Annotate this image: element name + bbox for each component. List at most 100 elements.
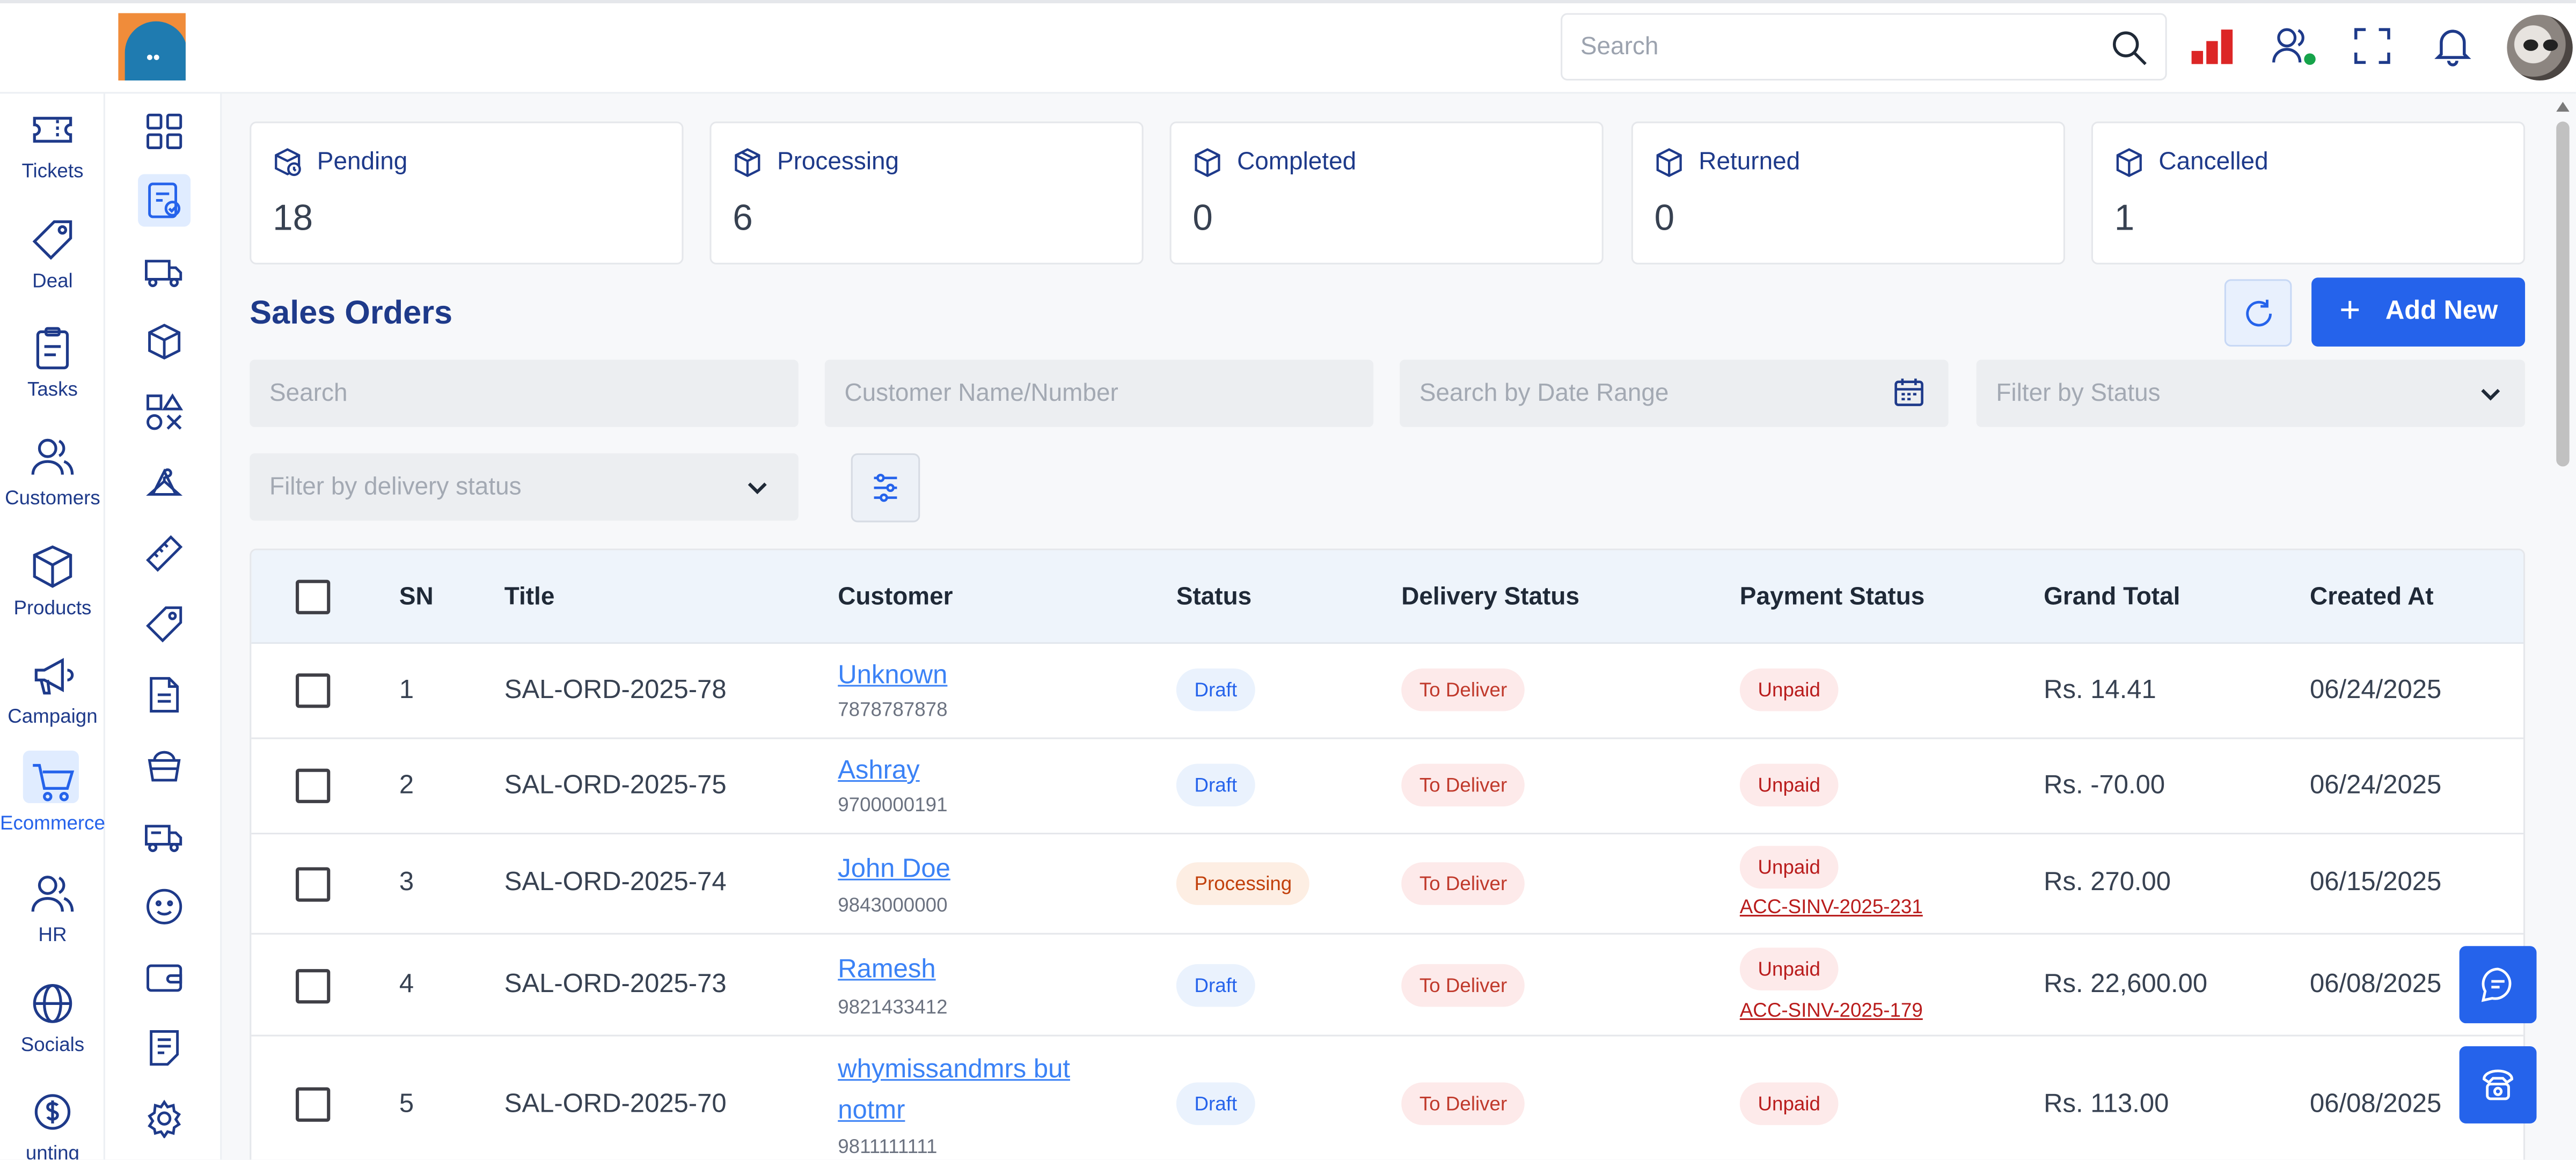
sidebar-item-tickets[interactable]: Tickets [0, 99, 105, 197]
status-filter[interactable]: Filter by Status [1976, 359, 2526, 427]
search-input[interactable] [269, 359, 764, 427]
sidebar-item-campaign[interactable]: Campaign [0, 644, 105, 743]
customer-link[interactable]: Ashray [838, 757, 919, 787]
customer-phone: 7878787878 [838, 698, 948, 721]
top-divider [0, 0, 2576, 4]
megaphone-icon [34, 658, 74, 695]
app-logo[interactable]: •• [118, 13, 186, 80]
stat-card-completed[interactable]: Completed 0 [1169, 121, 1604, 265]
order-check-icon[interactable] [138, 174, 191, 227]
customer-link[interactable]: Ramesh [838, 956, 935, 986]
dashboard-grid-icon[interactable] [138, 105, 191, 158]
scroll-up-arrow[interactable] [2556, 101, 2570, 112]
tag-icon [32, 220, 72, 260]
sidebar-item-ecommerce[interactable]: Ecommerce [0, 750, 105, 849]
sidebar-item-deal[interactable]: Deal [0, 209, 105, 307]
table-row[interactable]: 1 SAL-ORD-2025-78 Unknown 7878787878 Dra… [251, 644, 2524, 739]
date-range-filter[interactable] [1400, 359, 1949, 427]
row-checkbox[interactable] [296, 1087, 331, 1122]
signal-bars-icon[interactable] [2190, 25, 2233, 68]
invoice-link[interactable]: ACC-SINV-2025-179 [1740, 999, 1923, 1022]
calendar-icon[interactable] [1893, 376, 1926, 409]
customer-link[interactable]: whymissandmrs but [838, 1056, 1070, 1085]
customer-link[interactable]: John Doe [838, 856, 950, 885]
truck-icon[interactable] [138, 245, 191, 297]
tag-icon[interactable] [138, 598, 191, 650]
created-at: 06/24/2025 [2310, 772, 2442, 800]
call-button[interactable] [2459, 1046, 2537, 1124]
search-icon[interactable] [2110, 28, 2149, 76]
status-badge: Draft [1176, 668, 1255, 711]
row-checkbox[interactable] [296, 768, 331, 803]
customer-search-input[interactable] [844, 359, 1338, 427]
row-sn: 2 [399, 772, 414, 800]
bell-icon[interactable] [2432, 25, 2475, 68]
stat-card-pending[interactable]: Pending 18 [250, 121, 684, 265]
delivery-status-badge: To Deliver [1401, 862, 1525, 905]
smiley-icon[interactable] [138, 880, 191, 933]
sidebar-label-deal: Deal [32, 269, 73, 292]
sidebar-item-accounting[interactable]: unting [0, 1081, 105, 1159]
column-header: Status [1176, 583, 1252, 611]
customer-phone: 9843000000 [838, 893, 948, 917]
sidebar-item-hr[interactable]: HR [0, 862, 105, 961]
user-avatar[interactable] [2507, 14, 2573, 80]
table-row[interactable]: 4 SAL-ORD-2025-73 Ramesh 9821433412 Draf… [251, 935, 2524, 1037]
sidebar-item-customers[interactable]: Customers [0, 425, 105, 524]
table-row[interactable]: 2 SAL-ORD-2025-75 Ashray 9700000191 Draf… [251, 739, 2524, 835]
stat-card-cancelled[interactable]: Cancelled 1 [2091, 121, 2526, 265]
sidebar-label-hr: HR [38, 923, 67, 946]
table-row[interactable]: 3 SAL-ORD-2025-74 John Doe 9843000000 Pr… [251, 834, 2524, 935]
chevron-down-icon [748, 482, 767, 495]
sidebar-item-tasks[interactable]: Tasks [0, 317, 105, 416]
basket-icon[interactable] [138, 739, 191, 792]
note-icon[interactable] [138, 1022, 191, 1074]
delivery-status-filter[interactable]: Filter by delivery status [250, 453, 799, 521]
global-search-box[interactable] [1561, 13, 2167, 80]
select-all-checkbox[interactable] [296, 579, 331, 614]
date-range-input[interactable] [1419, 359, 1914, 427]
dollar-icon [34, 1094, 71, 1130]
cube-icon[interactable] [138, 315, 191, 368]
settings-gear-icon[interactable] [138, 1092, 191, 1145]
row-checkbox[interactable] [296, 867, 331, 902]
delivery-truck-icon[interactable] [138, 810, 191, 862]
stat-card-processing[interactable]: Processing 6 [709, 121, 1144, 265]
customer-phone: 9811111111 [838, 1135, 938, 1158]
customer-link[interactable]: Unknown [838, 662, 947, 692]
plus-icon: + [2339, 289, 2361, 331]
row-title: SAL-ORD-2025-74 [504, 869, 727, 897]
chat-button[interactable] [2459, 946, 2537, 1024]
fullscreen-icon[interactable] [2351, 25, 2394, 68]
global-search-input[interactable] [1580, 14, 2106, 79]
document-icon[interactable] [138, 669, 191, 721]
shapes-icon[interactable] [138, 386, 191, 438]
row-checkbox[interactable] [296, 673, 331, 708]
refresh-button[interactable] [2224, 279, 2292, 347]
add-new-button[interactable]: + Add New [2311, 277, 2526, 347]
table-row[interactable]: 5 SAL-ORD-2025-70 whymissandmrs but notm… [251, 1037, 2523, 1160]
search-filter[interactable] [250, 359, 799, 427]
page-scrollbar[interactable] [2553, 99, 2573, 1160]
package-icon [735, 148, 760, 177]
sidebar-item-products[interactable]: Products [0, 535, 105, 634]
filter-settings-button[interactable] [851, 453, 920, 523]
sidebar-label-campaign: Campaign [8, 704, 98, 728]
stat-card-returned[interactable]: Returned 0 [1631, 121, 2065, 265]
customer-filter[interactable] [824, 359, 1374, 427]
row-sn: 4 [399, 971, 414, 999]
scroll-thumb[interactable] [2556, 121, 2570, 467]
hanger-icon[interactable] [138, 457, 191, 509]
payment-status-badge: Unpaid [1739, 948, 1839, 990]
invoice-link[interactable]: ACC-SINV-2025-231 [1740, 895, 1923, 918]
customer-link-continued[interactable]: notmr [838, 1097, 905, 1127]
online-users-icon[interactable] [2271, 25, 2316, 68]
ruler-icon[interactable] [138, 527, 191, 580]
row-sn: 5 [399, 1090, 414, 1119]
cart-icon [33, 763, 75, 802]
column-header: SN [399, 583, 434, 611]
app-page: •• Tickets D [0, 0, 2576, 1160]
sidebar-item-socials[interactable]: Socials [0, 972, 105, 1071]
wallet-icon[interactable] [138, 951, 191, 1003]
row-checkbox[interactable] [296, 969, 331, 1004]
